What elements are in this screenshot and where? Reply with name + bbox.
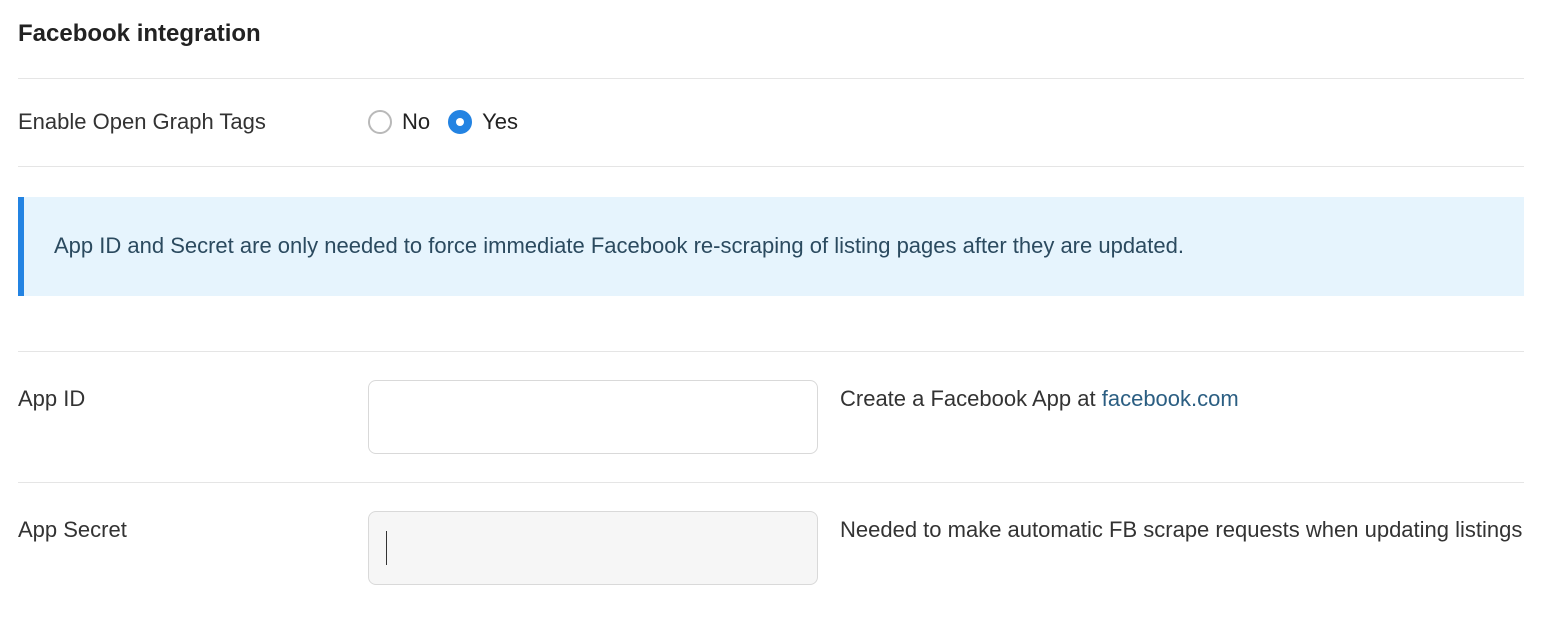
app-id-label: App ID xyxy=(18,380,368,415)
radio-no[interactable]: No xyxy=(368,109,430,135)
facebook-link[interactable]: facebook.com xyxy=(1102,386,1239,411)
app-id-help: Create a Facebook App at facebook.com xyxy=(840,380,1524,415)
app-secret-input[interactable] xyxy=(368,511,818,585)
app-id-row: App ID Create a Facebook App at facebook… xyxy=(18,351,1524,483)
app-secret-control xyxy=(368,511,818,585)
app-id-control xyxy=(368,380,818,454)
app-secret-row: App Secret Needed to make automatic FB s… xyxy=(18,483,1524,613)
app-secret-label: App Secret xyxy=(18,511,368,546)
radio-yes[interactable]: Yes xyxy=(448,109,518,135)
radio-circle-icon xyxy=(368,110,392,134)
section-title: Facebook integration xyxy=(18,20,1524,79)
enable-open-graph-label: Enable Open Graph Tags xyxy=(18,107,368,138)
app-secret-help: Needed to make automatic FB scrape reque… xyxy=(840,511,1524,546)
app-id-input[interactable] xyxy=(368,380,818,454)
enable-open-graph-row: Enable Open Graph Tags No Yes xyxy=(18,79,1524,167)
radio-circle-selected-icon xyxy=(448,110,472,134)
info-banner: App ID and Secret are only needed to for… xyxy=(18,197,1524,296)
enable-open-graph-radio-group: No Yes xyxy=(368,109,518,135)
radio-yes-label: Yes xyxy=(482,109,518,135)
app-id-help-text: Create a Facebook App at xyxy=(840,386,1102,411)
radio-no-label: No xyxy=(402,109,430,135)
